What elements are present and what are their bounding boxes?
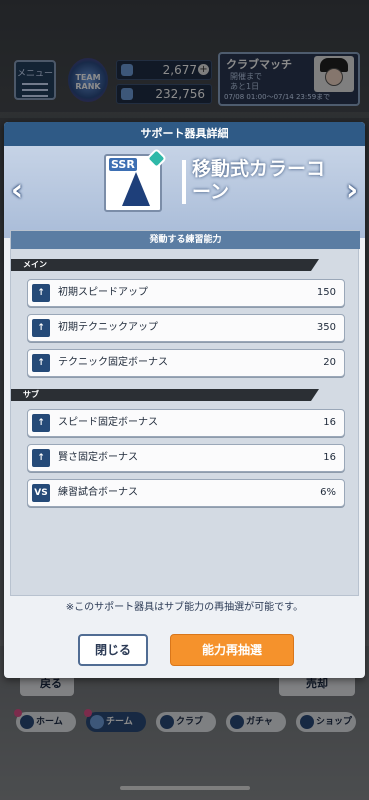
item-header: ‹ › SSR 移動式カラーコーン bbox=[4, 146, 365, 238]
item-icon: SSR bbox=[104, 147, 168, 212]
ability-value: 6% bbox=[320, 487, 336, 498]
chevron-left-icon[interactable]: ‹ bbox=[6, 176, 28, 208]
close-button[interactable]: 閉じる bbox=[78, 634, 148, 666]
ability-value: 350 bbox=[316, 322, 336, 333]
modal-title: サポート器具詳細 bbox=[4, 122, 365, 146]
ability-label: 練習試合ボーナス bbox=[58, 487, 138, 498]
ability-row: ↑ テクニック固定ボーナス 20 bbox=[27, 349, 345, 377]
ability-row: ↑ 初期スピードアップ 150 bbox=[27, 279, 345, 307]
ability-label: スピード固定ボーナス bbox=[58, 417, 158, 428]
ability-label: 賢さ固定ボーナス bbox=[58, 452, 138, 463]
chevron-right-icon[interactable]: › bbox=[341, 176, 363, 208]
ability-row: ↑ 初期テクニックアップ 350 bbox=[27, 314, 345, 342]
ability-row: ↑ 賢さ固定ボーナス 16 bbox=[27, 444, 345, 472]
item-name: 移動式カラーコーン bbox=[192, 158, 326, 203]
speed-icon: ↑ bbox=[32, 284, 50, 302]
sub-section-header: サブ bbox=[11, 389, 319, 401]
reroll-button[interactable]: 能力再抽選 bbox=[170, 634, 294, 666]
ability-label: 初期スピードアップ bbox=[58, 287, 148, 298]
main-section-header: メイン bbox=[11, 259, 319, 271]
technique-icon: ↑ bbox=[32, 319, 50, 337]
panel-title: 発動する練習能力 bbox=[11, 231, 360, 249]
ability-row: ↑ スピード固定ボーナス 16 bbox=[27, 409, 345, 437]
ability-label: テクニック固定ボーナス bbox=[58, 357, 168, 368]
ability-value: 16 bbox=[323, 452, 336, 463]
rarity-badge: SSR bbox=[109, 158, 137, 171]
reroll-note: ※このサポート器具はサブ能力の再抽選が可能です。 bbox=[65, 602, 304, 613]
cone-icon bbox=[122, 172, 150, 206]
versus-icon: VS bbox=[32, 484, 50, 502]
wisdom-bonus-icon: ↑ bbox=[32, 449, 50, 467]
ability-label: 初期テクニックアップ bbox=[58, 322, 158, 333]
gem-icon bbox=[145, 147, 168, 170]
ability-value: 150 bbox=[316, 287, 336, 298]
name-divider bbox=[182, 160, 186, 204]
speed-bonus-icon: ↑ bbox=[32, 414, 50, 432]
ability-value: 20 bbox=[323, 357, 336, 368]
abilities-panel: 発動する練習能力 メイン ↑ 初期スピードアップ 150 ↑ 初期テクニックアッ… bbox=[10, 230, 360, 596]
ability-row: VS 練習試合ボーナス 6% bbox=[27, 479, 345, 507]
ability-value: 16 bbox=[323, 417, 336, 428]
support-item-detail-modal: サポート器具詳細 ‹ › SSR 移動式カラーコーン 発動する練習能力 メイン … bbox=[4, 122, 365, 678]
technique-bonus-icon: ↑ bbox=[32, 354, 50, 372]
